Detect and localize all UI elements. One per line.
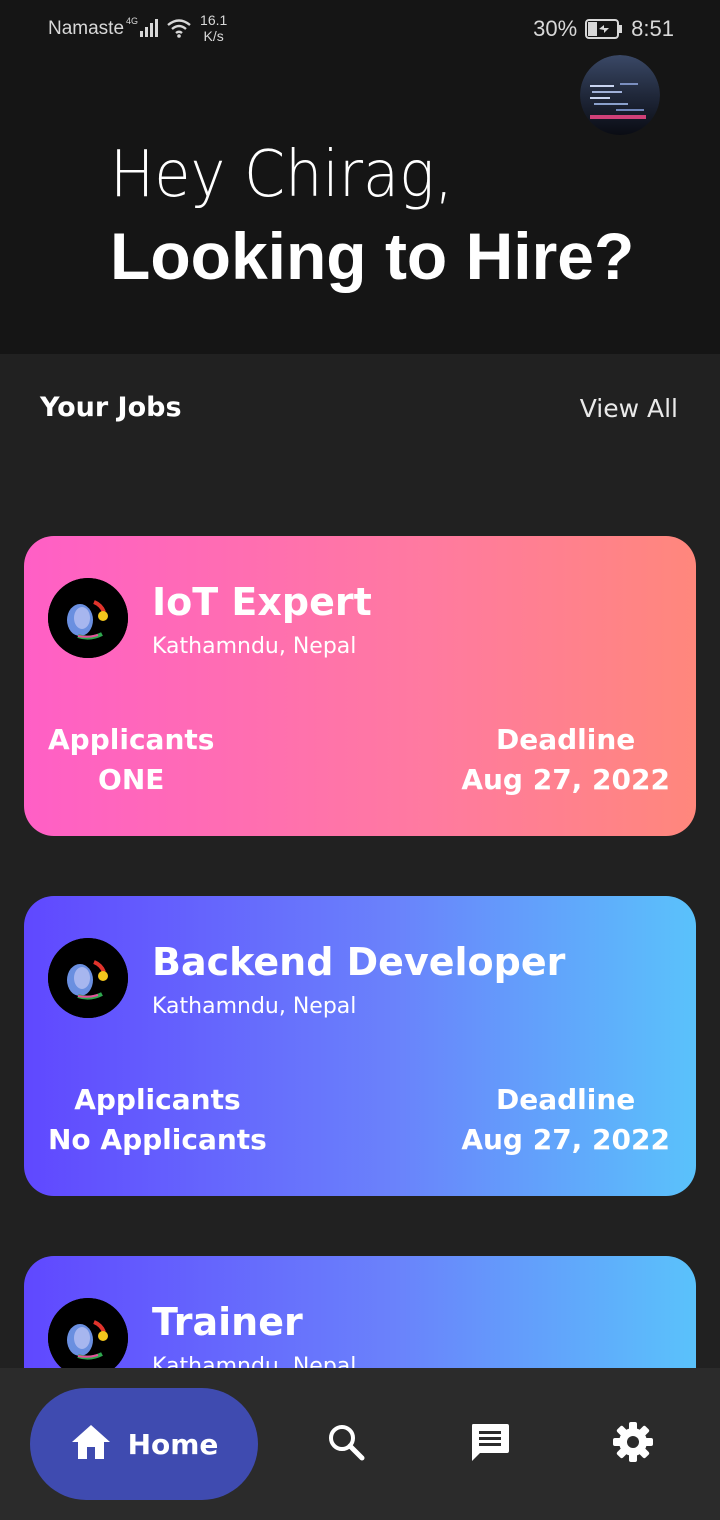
job-title: Backend Developer	[152, 940, 566, 984]
nav-chat-button[interactable]	[470, 1424, 510, 1464]
nav-search-button[interactable]	[326, 1424, 366, 1464]
company-logo-icon	[48, 1298, 128, 1378]
your-jobs-title: Your Jobs	[40, 392, 182, 423]
company-logo-icon	[48, 578, 128, 658]
chat-icon	[469, 1421, 511, 1467]
nav-settings-button[interactable]	[612, 1421, 654, 1467]
wifi-icon	[166, 18, 192, 44]
bottom-nav: Home	[0, 1368, 720, 1520]
clock: 8:51	[631, 16, 674, 41]
status-bar-right: 30% 8:51	[533, 16, 674, 42]
job-location: Kathamndu, Nepal	[152, 994, 357, 1019]
deadline-label: Deadline	[496, 723, 636, 756]
gear-icon	[612, 1421, 654, 1467]
network-speed-unit: K/s	[203, 28, 224, 44]
applicants-label: Applicants	[74, 1083, 241, 1116]
deadline-value: Aug 27, 2022	[461, 1123, 670, 1156]
header: Namaste 4G 16.1 K/s 30% 8:51 Hey Chirag,…	[0, 0, 720, 354]
home-icon	[70, 1423, 112, 1465]
deadline-value: Aug 27, 2022	[461, 763, 670, 796]
network-speed: 16.1 K/s	[200, 12, 227, 44]
job-location: Kathamndu, Nepal	[152, 634, 357, 659]
network-type: 4G	[126, 16, 139, 26]
carrier-name: Namaste	[48, 18, 125, 39]
job-title: IoT Expert	[152, 580, 372, 624]
nav-home-label: Home	[127, 1427, 219, 1461]
job-card[interactable]: IoT Expert Kathamndu, Nepal Applicants O…	[24, 536, 696, 836]
avatar[interactable]	[580, 55, 660, 135]
signal-icon	[140, 19, 160, 43]
applicants-value: No Applicants	[48, 1123, 267, 1156]
job-card[interactable]: Backend Developer Kathamndu, Nepal Appli…	[24, 896, 696, 1196]
nav-home-button[interactable]: Home	[30, 1388, 258, 1500]
deadline-stat: Deadline Aug 27, 2022	[461, 720, 670, 800]
greeting-text: Hey Chirag,	[110, 138, 454, 212]
applicants-stat: Applicants ONE	[48, 720, 214, 800]
search-icon	[327, 1423, 365, 1465]
headline-text: Looking to Hire?	[110, 219, 635, 293]
status-bar-left: Namaste 4G 16.1 K/s	[48, 12, 227, 44]
applicants-label: Applicants	[48, 723, 215, 756]
network-speed-value: 16.1	[200, 12, 228, 28]
deadline-stat: Deadline Aug 27, 2022	[461, 1080, 670, 1160]
battery-percent: 30%	[533, 16, 578, 41]
battery-icon	[585, 19, 623, 39]
deadline-label: Deadline	[496, 1083, 636, 1116]
applicants-stat: Applicants No Applicants	[48, 1080, 267, 1160]
company-logo-icon	[48, 938, 128, 1018]
view-all-button[interactable]: View All	[580, 394, 678, 423]
job-title: Trainer	[152, 1300, 303, 1344]
applicants-value: ONE	[98, 763, 165, 796]
